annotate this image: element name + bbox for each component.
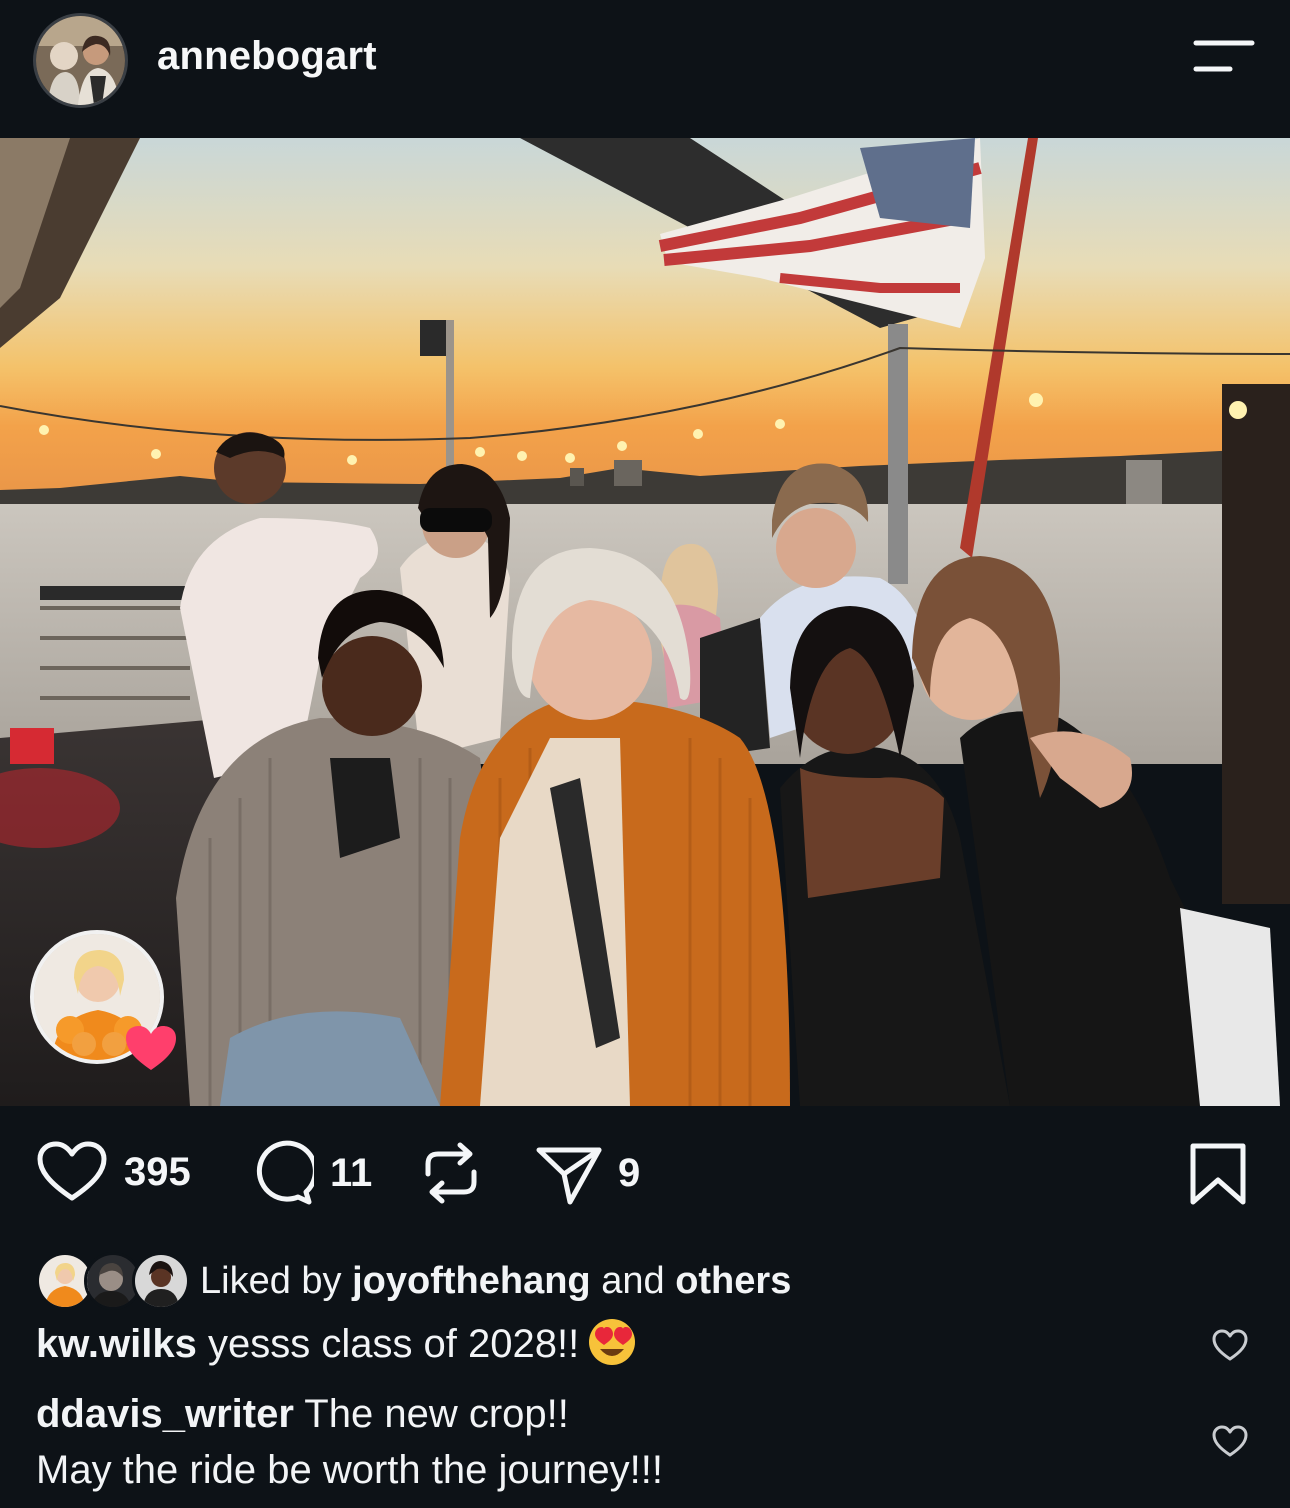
comment-icon (256, 1140, 314, 1205)
post-screen: annebogart 395 11 9 Liked by joyofthehan… (0, 0, 1290, 1508)
comment-text-line2: May the ride be worth the journey!!! (36, 1448, 663, 1492)
liked-by-prefix: Liked by (200, 1260, 342, 1302)
comment-button[interactable]: 11 (248, 1140, 372, 1206)
liked-by-middle: and (601, 1260, 665, 1302)
post-photo[interactable] (0, 138, 1290, 1106)
comment-username[interactable]: ddavis_writer (36, 1392, 294, 1436)
liked-by-others[interactable]: others (675, 1260, 791, 1302)
comment-count: 11 (330, 1150, 373, 1195)
like-button[interactable]: 395 (36, 1140, 191, 1204)
liked-by-row[interactable]: Liked by joyofthehang and others (36, 1250, 1036, 1312)
liker-avatar (132, 1252, 190, 1310)
post-header: annebogart (0, 0, 1290, 138)
comment-item: kw.wilks yesss class of 2028!! (36, 1316, 1166, 1372)
liked-by-avatars (36, 1250, 196, 1312)
comment-like-icon[interactable] (1211, 1424, 1249, 1458)
share-button[interactable]: 9 (534, 1140, 640, 1206)
comment-like-icon[interactable] (1211, 1328, 1249, 1362)
comment-item: ddavis_writer The new crop!! May the rid… (36, 1386, 1166, 1498)
liked-by-text: Liked by joyofthehang and others (200, 1260, 791, 1303)
heart-icon (37, 1141, 107, 1201)
comment-text: yesss class of 2028!! (207, 1322, 580, 1366)
share-count: 9 (618, 1150, 641, 1195)
repost-icon (425, 1142, 477, 1204)
repost-button[interactable] (420, 1140, 482, 1206)
profile-avatar[interactable] (33, 13, 128, 108)
liked-by-user[interactable]: joyofthehang (352, 1260, 591, 1302)
post-username[interactable]: annebogart (157, 34, 377, 79)
menu-icon[interactable] (1190, 38, 1256, 78)
like-count: 395 (124, 1149, 191, 1194)
save-button[interactable] (1188, 1140, 1248, 1206)
action-bar: 395 11 9 (0, 1140, 1290, 1220)
comment-username[interactable]: kw.wilks (36, 1322, 197, 1366)
send-icon (536, 1147, 602, 1205)
heart-reaction-icon (124, 1024, 178, 1074)
bookmark-icon (1190, 1143, 1246, 1205)
heart-eyes-emoji (587, 1317, 637, 1367)
comment-text: The new crop!! (304, 1392, 569, 1436)
